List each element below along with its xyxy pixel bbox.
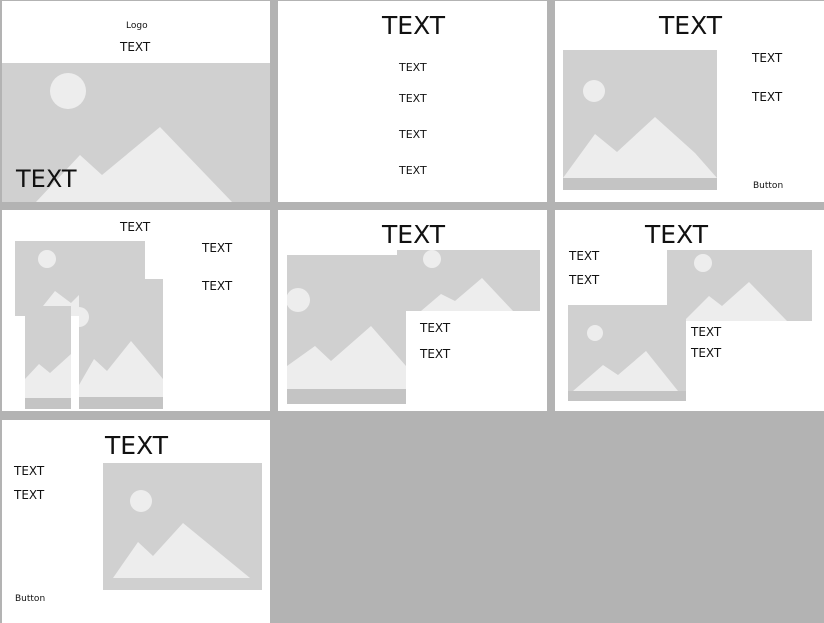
header-text: TEXT xyxy=(120,40,151,54)
panel-title: TEXT xyxy=(382,220,446,249)
wireframe-panel-1: Logo TEXT TEXT xyxy=(2,1,270,202)
side-text: TEXT xyxy=(202,241,233,255)
wireframe-panel-4: TEXT TEXT TEXT xyxy=(2,210,270,411)
image-placeholder xyxy=(287,255,406,404)
body-text: TEXT xyxy=(420,347,451,361)
panel-title: TEXT xyxy=(105,431,169,460)
image-placeholder xyxy=(568,305,686,401)
side-text: TEXT xyxy=(202,279,233,293)
body-text: TEXT xyxy=(691,325,722,339)
side-text: TEXT xyxy=(752,90,783,104)
side-text: TEXT xyxy=(569,249,600,263)
hero-text: TEXT xyxy=(16,165,77,193)
body-text: TEXT xyxy=(420,321,451,335)
list-item: TEXT xyxy=(399,128,427,141)
wireframe-panel-5: TEXT TEXT TEXT xyxy=(278,210,547,411)
image-placeholder xyxy=(397,250,540,311)
image-placeholder xyxy=(79,279,163,409)
logo: Logo xyxy=(126,21,148,31)
list-item: TEXT xyxy=(399,164,427,177)
side-text: TEXT xyxy=(14,464,45,478)
side-text: TEXT xyxy=(752,51,783,65)
image-placeholder xyxy=(103,463,262,590)
panel-title: TEXT xyxy=(659,11,723,40)
image-placeholder xyxy=(25,306,71,409)
action-button[interactable]: Button xyxy=(15,595,45,604)
image-placeholder xyxy=(563,50,717,190)
body-text: TEXT xyxy=(691,346,722,360)
wireframe-panel-6: TEXT TEXT TEXT TEXT TEXT xyxy=(555,210,824,411)
side-text: TEXT xyxy=(14,488,45,502)
side-text: TEXT xyxy=(569,273,600,287)
panel-title: TEXT xyxy=(382,11,446,40)
wireframe-panel-7: TEXT TEXT TEXT Button xyxy=(2,420,270,623)
panel-title: TEXT xyxy=(120,220,151,234)
image-placeholder xyxy=(667,250,812,321)
wireframe-panel-2: TEXT TEXT TEXT TEXT TEXT xyxy=(278,1,547,202)
list-item: TEXT xyxy=(399,61,427,74)
action-button[interactable]: Button xyxy=(753,182,783,191)
panel-title: TEXT xyxy=(645,220,709,249)
wireframe-panel-3: TEXT TEXT TEXT Button xyxy=(555,1,824,202)
list-item: TEXT xyxy=(399,92,427,105)
